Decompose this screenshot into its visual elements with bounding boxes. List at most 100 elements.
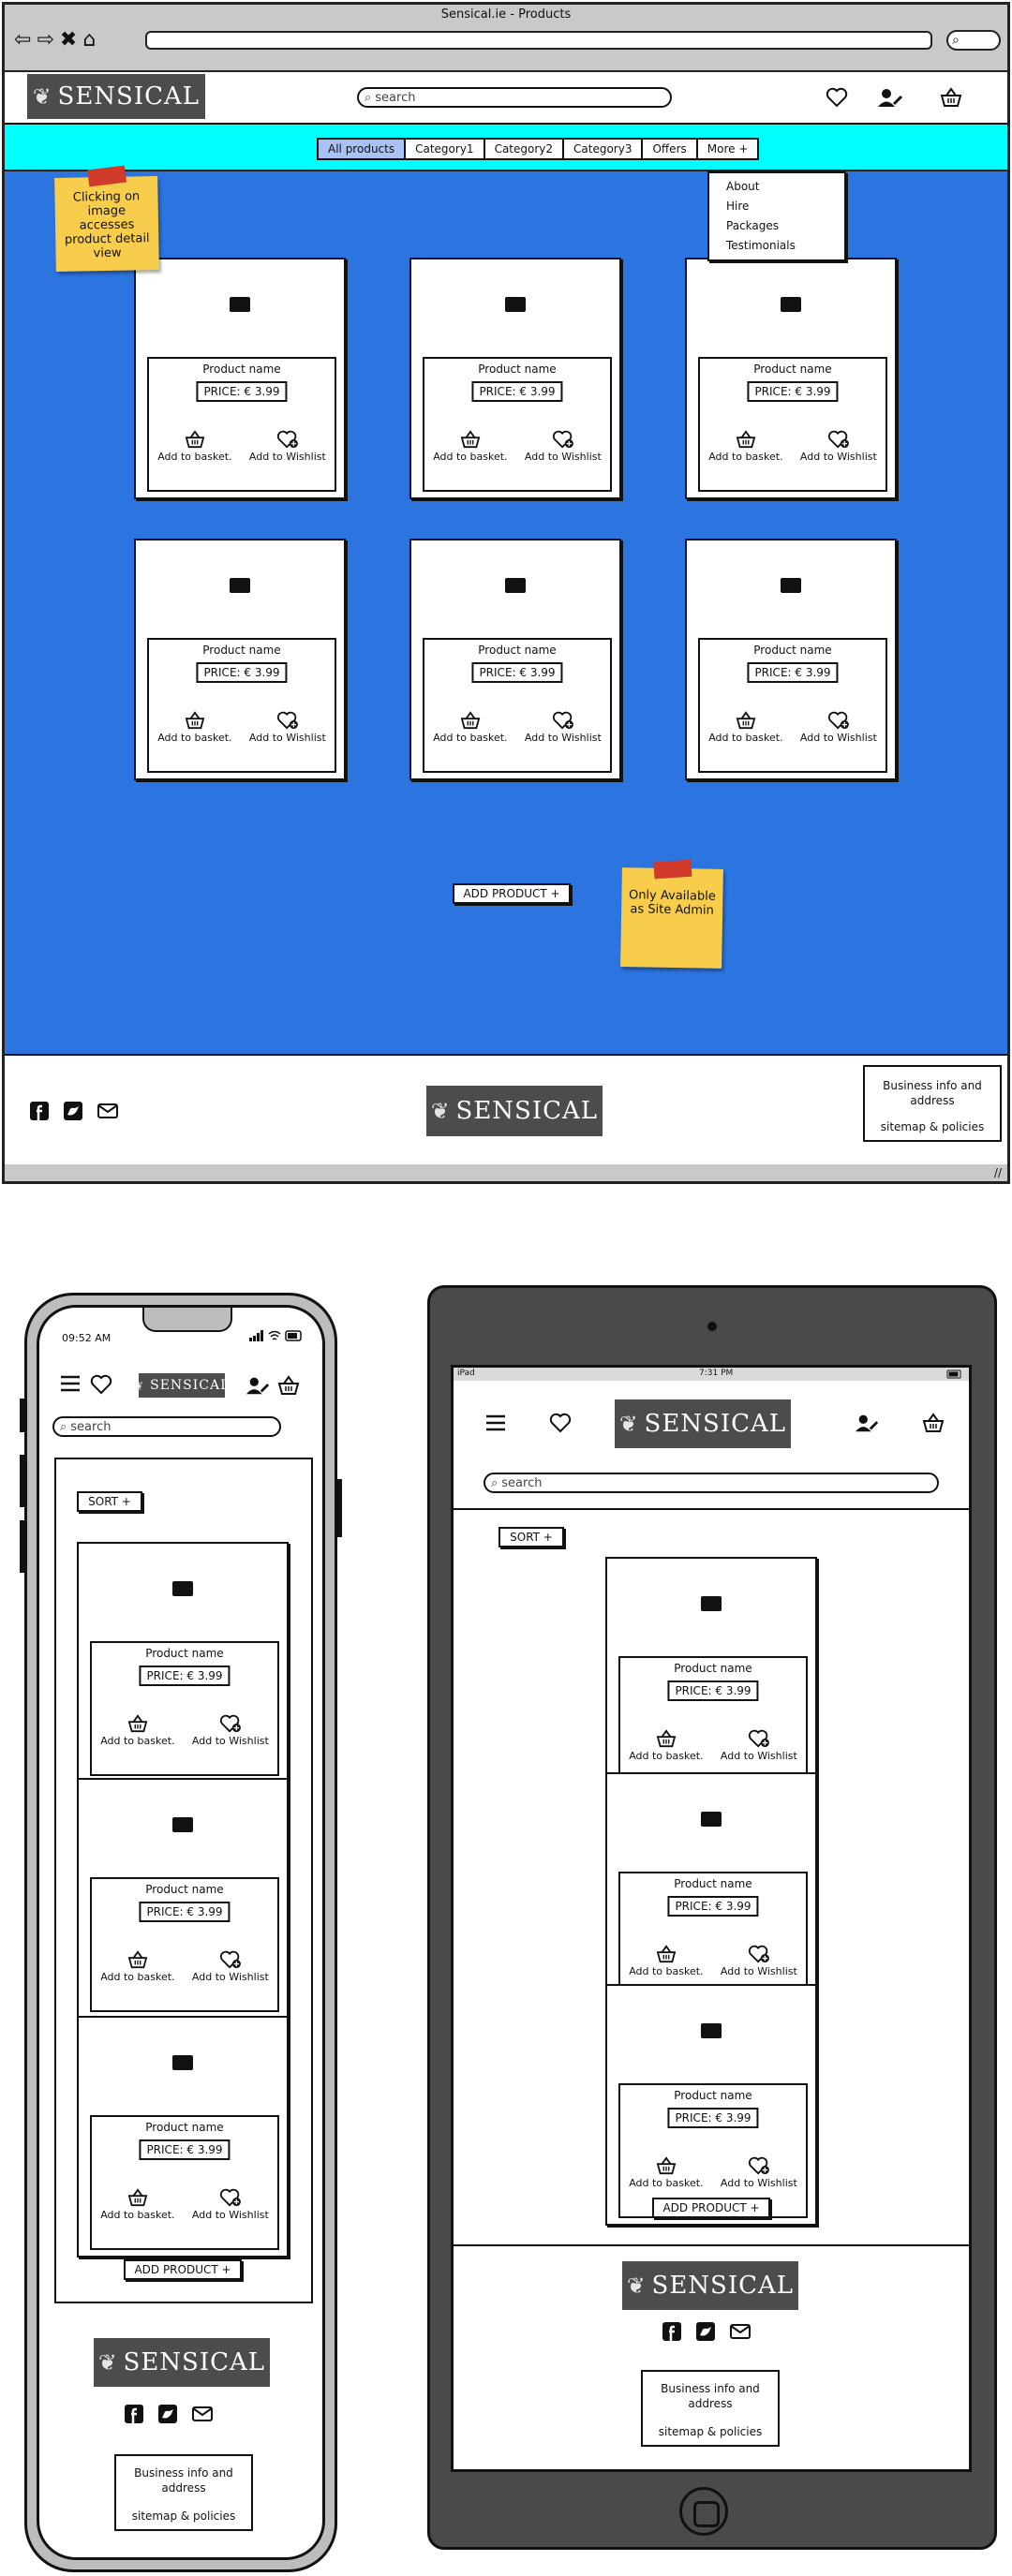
twitter-icon[interactable] bbox=[695, 2321, 716, 2342]
basket-icon[interactable] bbox=[922, 1413, 945, 1433]
image-icon[interactable] bbox=[505, 297, 526, 312]
add-to-basket-button[interactable]: Add to basket. bbox=[100, 2188, 175, 2221]
site-logo[interactable]: ❦ SENSICAL bbox=[27, 74, 205, 119]
tab-category2[interactable]: Category2 bbox=[483, 138, 565, 160]
site-logo[interactable]: ❦ SENSICAL bbox=[134, 1373, 229, 1398]
add-to-basket-button[interactable]: Add to basket. bbox=[157, 711, 232, 744]
add-to-wishlist-button[interactable]: Add to Wishlist bbox=[525, 430, 602, 463]
add-to-wishlist-button[interactable]: Add to Wishlist bbox=[721, 2156, 797, 2189]
heart-plus-icon bbox=[827, 430, 849, 449]
add-to-wishlist-button[interactable]: Add to Wishlist bbox=[192, 2188, 269, 2221]
user-edit-icon[interactable] bbox=[855, 1413, 879, 1433]
sort-button[interactable]: SORT + bbox=[499, 1527, 564, 1547]
basket-icon[interactable] bbox=[938, 85, 964, 110]
add-to-wishlist-button[interactable]: Add to Wishlist bbox=[192, 1950, 269, 1983]
menu-item-about[interactable]: About bbox=[709, 177, 844, 197]
search-input[interactable]: ⌕ search bbox=[484, 1473, 939, 1493]
category-nav: All products Category1 Category2 Categor… bbox=[5, 123, 1007, 171]
menu-item-testimonials[interactable]: Testimonials bbox=[709, 236, 844, 256]
add-to-basket-button[interactable]: Add to basket. bbox=[708, 711, 783, 744]
menu-item-hire[interactable]: Hire bbox=[709, 197, 844, 216]
facebook-icon[interactable] bbox=[124, 2404, 144, 2424]
tape bbox=[653, 859, 692, 880]
logo-text: SENSICAL bbox=[123, 2348, 266, 2376]
image-icon[interactable] bbox=[781, 578, 801, 593]
add-to-wishlist-button[interactable]: Add to Wishlist bbox=[525, 711, 602, 744]
facebook-icon[interactable] bbox=[29, 1101, 50, 1121]
image-icon[interactable] bbox=[505, 578, 526, 593]
add-to-basket-button[interactable]: Add to basket. bbox=[157, 430, 232, 463]
image-icon[interactable] bbox=[701, 2023, 722, 2038]
footer-logo[interactable]: ❦ SENSICAL bbox=[426, 1086, 603, 1136]
product-card: Product name PRICE: € 3.99 Add to basket. A… bbox=[134, 539, 346, 780]
search-input[interactable]: ⌕ search bbox=[357, 87, 672, 108]
home-button-icon[interactable] bbox=[679, 2487, 728, 2536]
add-to-basket-button[interactable]: Add to basket. bbox=[100, 1950, 175, 1983]
product-name: Product name bbox=[145, 2121, 224, 2134]
email-icon[interactable] bbox=[191, 2404, 214, 2424]
back-icon[interactable]: ⇦ bbox=[14, 28, 31, 52]
image-icon[interactable] bbox=[701, 1812, 722, 1827]
add-to-basket-button[interactable]: Add to basket. bbox=[433, 711, 508, 744]
tab-all-products[interactable]: All products bbox=[317, 138, 407, 160]
stop-icon[interactable]: ✖ bbox=[60, 28, 77, 52]
add-to-basket-button[interactable]: Add to basket. bbox=[629, 1945, 704, 1977]
twitter-icon[interactable] bbox=[157, 2404, 178, 2424]
footer-logo[interactable]: ❦ SENSICAL bbox=[622, 2261, 798, 2310]
image-icon[interactable] bbox=[781, 297, 801, 312]
add-product-button[interactable]: ADD PRODUCT + bbox=[453, 883, 571, 904]
heart-icon[interactable] bbox=[549, 1413, 572, 1433]
image-icon[interactable] bbox=[230, 578, 250, 593]
user-edit-icon[interactable] bbox=[246, 1375, 270, 1396]
forward-icon[interactable]: ⇨ bbox=[37, 28, 53, 52]
sitemap-link[interactable]: sitemap & policies bbox=[643, 2424, 778, 2439]
hamburger-menu-icon[interactable] bbox=[60, 1375, 81, 1392]
logo-text: SENSICAL bbox=[651, 2272, 795, 2300]
add-to-wishlist-button[interactable]: Add to Wishlist bbox=[249, 711, 326, 744]
add-to-basket-button[interactable]: Add to basket. bbox=[708, 430, 783, 463]
product-card: Product name PRICE: € 3.99 Add to basket. A… bbox=[409, 258, 621, 499]
tab-category3[interactable]: Category3 bbox=[562, 138, 644, 160]
sort-button[interactable]: SORT + bbox=[77, 1491, 142, 1512]
add-to-wishlist-button[interactable]: Add to Wishlist bbox=[249, 430, 326, 463]
add-to-basket-button[interactable]: Add to basket. bbox=[629, 1729, 704, 1762]
sitemap-link[interactable]: sitemap & policies bbox=[865, 1119, 1000, 1134]
image-icon[interactable] bbox=[701, 1596, 722, 1611]
add-to-wishlist-button[interactable]: Add to Wishlist bbox=[800, 430, 877, 463]
image-icon[interactable] bbox=[172, 1581, 193, 1596]
add-product-button[interactable]: ADD PRODUCT + bbox=[124, 2259, 242, 2280]
add-to-basket-button[interactable]: Add to basket. bbox=[629, 2156, 704, 2189]
hamburger-menu-icon[interactable] bbox=[485, 1414, 506, 1431]
search-input[interactable]: ⌕ search bbox=[52, 1416, 281, 1437]
site-logo[interactable]: ❦ SENSICAL bbox=[615, 1399, 791, 1448]
basket-icon[interactable] bbox=[277, 1375, 300, 1396]
browser-search[interactable]: ⌕ bbox=[946, 30, 1001, 51]
image-icon[interactable] bbox=[172, 2055, 193, 2070]
add-to-wishlist-button[interactable]: Add to Wishlist bbox=[721, 1945, 797, 1977]
home-icon[interactable]: ⌂ bbox=[82, 28, 96, 52]
add-product-button[interactable]: ADD PRODUCT + bbox=[652, 2198, 770, 2218]
sitemap-link[interactable]: sitemap & policies bbox=[116, 2509, 251, 2524]
leaf-icon: ❦ bbox=[133, 1378, 145, 1393]
resize-handle-icon[interactable]: // bbox=[994, 1166, 1002, 1179]
add-to-basket-button[interactable]: Add to basket. bbox=[433, 430, 508, 463]
add-to-wishlist-button[interactable]: Add to Wishlist bbox=[721, 1729, 797, 1762]
image-icon[interactable] bbox=[230, 297, 250, 312]
tab-category1[interactable]: Category1 bbox=[404, 138, 485, 160]
user-edit-icon[interactable] bbox=[876, 85, 904, 110]
add-to-wishlist-button[interactable]: Add to Wishlist bbox=[192, 1714, 269, 1747]
image-icon[interactable] bbox=[172, 1817, 193, 1832]
email-icon[interactable] bbox=[729, 2321, 752, 2342]
heart-icon[interactable] bbox=[90, 1374, 112, 1395]
add-to-basket-button[interactable]: Add to basket. bbox=[100, 1714, 175, 1747]
footer-logo[interactable]: ❦ SENSICAL bbox=[94, 2338, 270, 2387]
heart-icon[interactable] bbox=[824, 85, 850, 110]
menu-item-packages[interactable]: Packages bbox=[709, 216, 844, 236]
twitter-icon[interactable] bbox=[63, 1101, 83, 1121]
url-bar[interactable] bbox=[145, 31, 932, 50]
email-icon[interactable] bbox=[97, 1101, 119, 1121]
facebook-icon[interactable] bbox=[662, 2321, 682, 2342]
tab-more[interactable]: More + bbox=[695, 138, 760, 160]
tab-offers[interactable]: Offers bbox=[641, 138, 698, 160]
add-to-wishlist-button[interactable]: Add to Wishlist bbox=[800, 711, 877, 744]
